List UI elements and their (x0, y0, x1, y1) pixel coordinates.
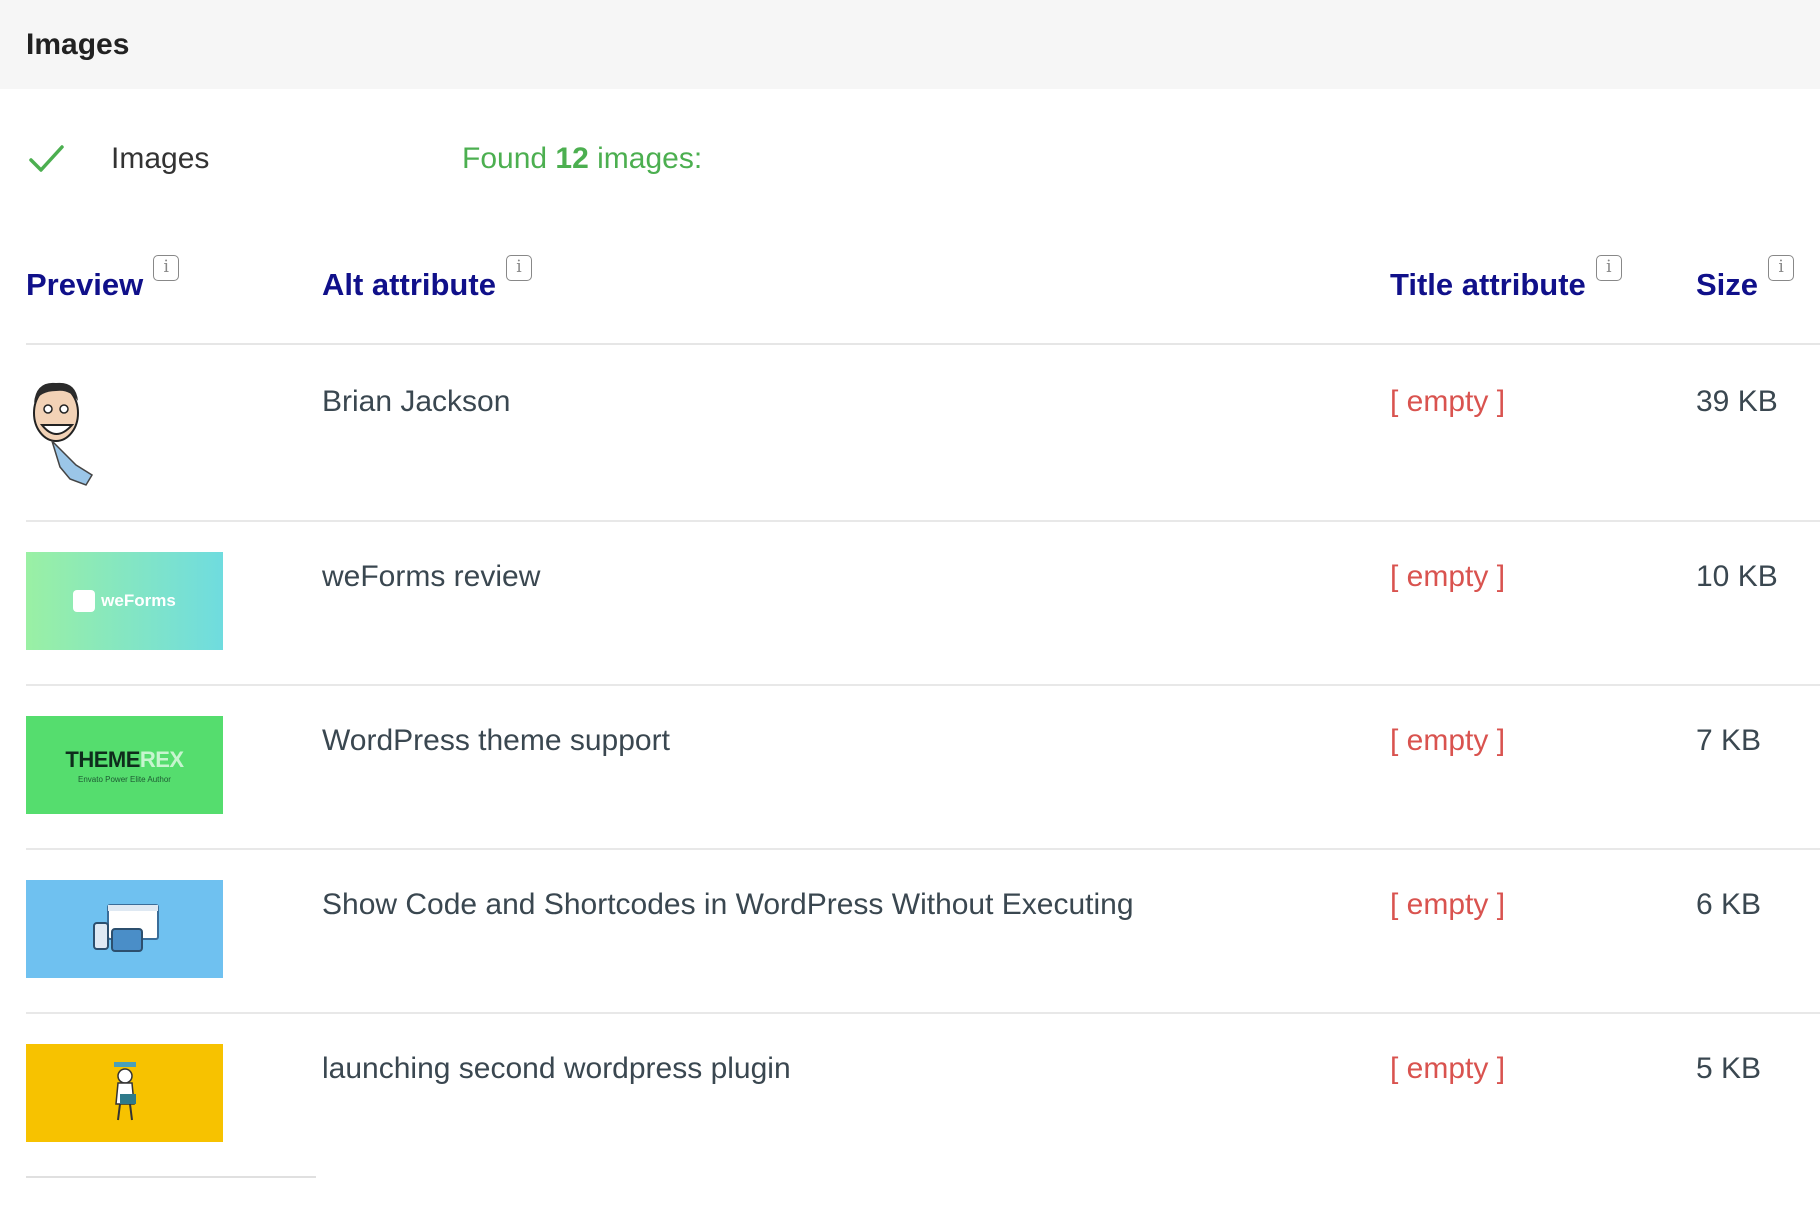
weforms-logo-icon (73, 590, 96, 612)
alt-attribute-cell: launching second wordpress plugin (322, 1052, 791, 1085)
table-row: THEMEREX Envato Power Elite Author WordP… (26, 686, 1820, 850)
size-cell: 7 KB (1696, 724, 1762, 757)
images-table-body: Brian Jackson [ empty ] 39 KB weForms we… (26, 347, 1820, 1178)
size-cell: 6 KB (1696, 888, 1762, 921)
column-size-header: Size i (1696, 255, 1795, 303)
summary-label: Images (111, 142, 210, 175)
table-header: Preview i Alt attribute i Title attribut… (26, 255, 1820, 345)
info-icon[interactable]: i (505, 255, 532, 281)
alt-attribute-cell: WordPress theme support (322, 724, 670, 757)
info-icon[interactable]: i (153, 255, 180, 281)
alt-attribute-cell: Brian Jackson (322, 385, 511, 418)
title-attribute-cell: [ empty ] (1390, 560, 1506, 593)
images-summary: Images Found 12 images: (0, 130, 1820, 190)
section-header: Images (0, 0, 1820, 89)
rocket-person-illustration-icon (113, 1062, 136, 1121)
title-attribute-cell: [ empty ] (1390, 1052, 1506, 1085)
size-cell: 10 KB (1696, 560, 1778, 593)
column-title-header: Title attribute i (1390, 255, 1622, 303)
section-title: Images (26, 27, 130, 61)
info-icon[interactable]: i (1595, 255, 1622, 281)
devices-thumbnail (26, 880, 223, 978)
column-preview-header: Preview i (26, 255, 180, 303)
themerex-thumbnail: THEMEREX Envato Power Elite Author (26, 716, 223, 814)
row-divider (26, 1176, 316, 1178)
launch-thumbnail (26, 1044, 223, 1142)
table-row: launching second wordpress plugin [ empt… (26, 1014, 1820, 1178)
devices-illustration-icon (92, 904, 159, 952)
avatar-caricature-image (33, 382, 94, 486)
size-cell: 39 KB (1696, 385, 1778, 418)
alt-attribute-cell: weForms review (322, 560, 541, 593)
found-count: 12 (555, 142, 589, 175)
title-attribute-cell: [ empty ] (1390, 385, 1506, 418)
table-row: weForms weForms review [ empty ] 10 KB (26, 522, 1820, 686)
themerex-logo-text: THEMEREX (65, 746, 184, 772)
table-row: Show Code and Shortcodes in WordPress Wi… (26, 850, 1820, 1014)
info-icon[interactable]: i (1768, 255, 1795, 281)
weforms-thumbnail: weForms (26, 552, 223, 650)
weforms-logo-text: weForms (101, 591, 176, 610)
found-count-text: Found 12 images: (462, 142, 703, 175)
table-row: Brian Jackson [ empty ] 39 KB (26, 347, 1820, 522)
column-alt-header: Alt attribute i (322, 255, 532, 303)
title-attribute-cell: [ empty ] (1390, 724, 1506, 757)
size-cell: 5 KB (1696, 1052, 1762, 1085)
title-attribute-cell: [ empty ] (1390, 888, 1506, 921)
themerex-subtext: Envato Power Elite Author (78, 774, 171, 784)
check-icon (29, 145, 64, 172)
alt-attribute-cell: Show Code and Shortcodes in WordPress Wi… (322, 888, 1134, 921)
